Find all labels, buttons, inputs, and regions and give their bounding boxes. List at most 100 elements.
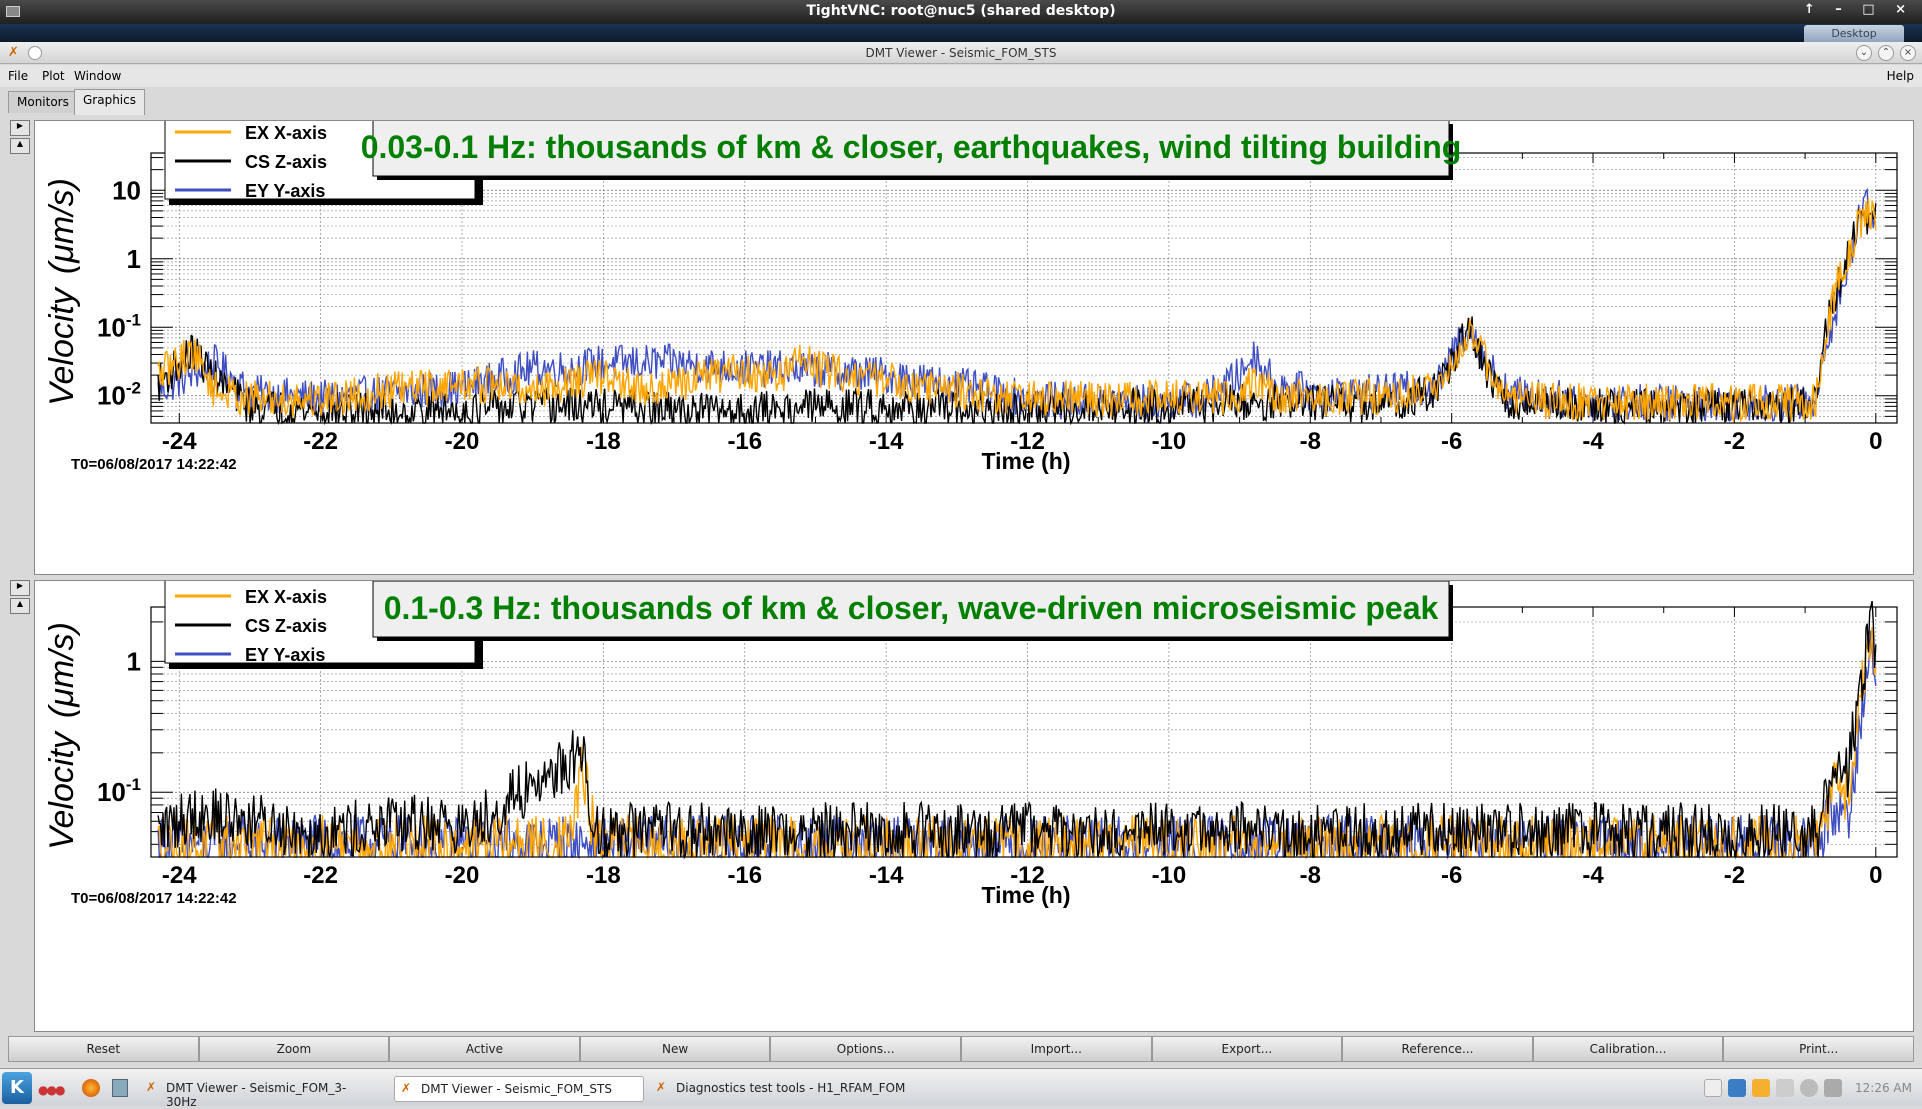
vnc-titlebar: TightVNC: root@nuc5 (shared desktop) ↑ –…: [0, 0, 1922, 24]
button-active[interactable]: Active: [389, 1036, 580, 1062]
plot-pad-1[interactable]: -24 -22 -20 -18 -16 -14 -12 -10 -8 -6 -4 -2 0 10 1 10-1…: [34, 110, 1915, 576]
x-tick-label: -2: [1724, 428, 1745, 455]
close-icon[interactable]: ×: [1900, 45, 1916, 61]
task-label: DMT Viewer - Seismic_FOM_3-30Hz: [166, 1081, 347, 1109]
chart-title-box: 0.1-0.3 Hz: thousands of km & closer, wa…: [372, 580, 1453, 641]
taskbar: K ●●● ✗ DMT Viewer - Seismic_FOM_3-30Hz ✗ D…: [0, 1068, 1922, 1109]
x-axis-label: Time (h): [981, 448, 1070, 474]
legend-label: EY Y-axis: [245, 181, 325, 201]
button-zoom[interactable]: Zoom: [198, 1036, 390, 1062]
activities-icon[interactable]: ●●●: [38, 1083, 65, 1097]
legend-label: CS Z-axis: [245, 616, 327, 636]
button-print[interactable]: Print...: [1723, 1036, 1914, 1062]
chart-1[interactable]: -24 -22 -20 -18 -16 -14 -12 -10 -8 -6 -4 -2 010110-1…: [35, 110, 1915, 576]
x-tick-label: -2: [1724, 862, 1745, 889]
x-tick-label: -20: [445, 862, 480, 889]
x-tick-label: 0: [1869, 428, 1882, 455]
y-tick-label: 10-2: [97, 379, 141, 411]
desktop-tab[interactable]: Desktop: [1804, 25, 1904, 42]
legend-label: EX X-axis: [245, 123, 327, 143]
taskbar-task[interactable]: ✗ DMT Viewer - Seismic_FOM_3-30Hz: [140, 1076, 380, 1109]
t0-label: T0=06/08/2017 14:22:42: [71, 456, 237, 473]
clock[interactable]: 12:26 AM: [1855, 1081, 1912, 1095]
y-tick-label: 1: [127, 244, 141, 274]
button-reference[interactable]: Reference...: [1342, 1036, 1533, 1062]
app-icon: ✗: [146, 1080, 157, 1094]
chart-title: 0.1-0.3 Hz: thousands of km & closer, wa…: [384, 590, 1439, 626]
pad1-side-controls: ▶ ▲: [10, 120, 30, 156]
y-tick-label: 1: [127, 646, 141, 676]
y-axis-label: Velocity(μm/s): [43, 622, 81, 850]
t0-label: T0=06/08/2017 14:22:42: [71, 890, 237, 907]
clipboard-icon[interactable]: [1752, 1079, 1770, 1097]
file-manager-icon[interactable]: [112, 1079, 128, 1097]
x-tick-label: -14: [869, 428, 904, 455]
x-tick-label: -6: [1441, 428, 1462, 455]
x-tick-label: -4: [1582, 862, 1604, 889]
taskbar-task[interactable]: ✗ DMT Viewer - Seismic_FOM_STS: [394, 1076, 644, 1102]
task-label: Diagnostics test tools - H1_RFAM_FOM: [676, 1081, 906, 1095]
app-icon: ✗: [401, 1081, 412, 1095]
expand-arrow-icon[interactable]: ▶: [10, 120, 30, 136]
x-tick-label: -22: [303, 428, 338, 455]
menu-help[interactable]: Help: [1887, 69, 1914, 83]
x-tick-label: -24: [162, 862, 197, 889]
kde-menu-icon[interactable]: K: [2, 1072, 32, 1104]
desktop-panel: [0, 24, 1922, 42]
x-tick-label: 0: [1869, 862, 1882, 889]
x-tick-label: -10: [1152, 428, 1187, 455]
tools-icon[interactable]: [1776, 1079, 1794, 1097]
task-label: DMT Viewer - Seismic_FOM_STS: [421, 1082, 612, 1096]
button-import[interactable]: Import...: [960, 1036, 1152, 1062]
menu-file[interactable]: File: [8, 69, 28, 83]
x-tick-label: -16: [727, 428, 762, 455]
vnc-window-controls[interactable]: ↑ – □ ×: [1804, 2, 1914, 17]
x-tick-label: -22: [303, 862, 338, 889]
minimize-icon[interactable]: ⌄: [1856, 45, 1872, 61]
y-tick-label: 10: [112, 175, 141, 205]
network-icon[interactable]: [1728, 1079, 1746, 1097]
taskbar-task[interactable]: ✗ Diagnostics test tools - H1_RFAM_FOM: [650, 1076, 920, 1102]
y-axis-label: Velocity(μm/s): [43, 178, 81, 406]
updates-icon[interactable]: [1704, 1079, 1722, 1097]
legend-label: CS Z-axis: [245, 152, 327, 172]
volume-icon[interactable]: [1800, 1079, 1818, 1097]
tab-monitors[interactable]: Monitors: [8, 91, 78, 113]
maximize-icon[interactable]: ⌃: [1878, 45, 1894, 61]
collapse-arrow-icon[interactable]: ▲: [10, 598, 30, 614]
app-titlebar: ✗ DMT Viewer - Seismic_FOM_STS ⌄ ⌃ ×: [0, 42, 1922, 64]
x-tick-label: -10: [1152, 862, 1187, 889]
chart-title: 0.03-0.1 Hz: thousands of km & closer, e…: [361, 129, 1462, 165]
button-export[interactable]: Export...: [1151, 1036, 1343, 1062]
y-tick-label: 10-1: [97, 310, 141, 342]
button-bar: Reset Zoom Active New Options... Import... Exp…: [8, 1036, 1914, 1062]
app-icon: ✗: [656, 1080, 667, 1094]
button-reset[interactable]: Reset: [8, 1036, 199, 1062]
x-tick-label: -16: [727, 862, 762, 889]
plot-pad-2[interactable]: -24 -22 -20 -18 -16 -14 -12 -10 -8 -6 -4 -2 0 1 10-1 Ve…: [34, 574, 1915, 1033]
legend-label: EY Y-axis: [245, 645, 325, 665]
y-tick-label: 10-1: [97, 775, 141, 807]
x-tick-label: -18: [586, 428, 621, 455]
x-tick-label: -14: [869, 862, 904, 889]
expand-arrow-icon[interactable]: ▶: [10, 580, 30, 596]
button-options[interactable]: Options...: [770, 1036, 961, 1062]
collapse-arrow-icon[interactable]: ▲: [10, 138, 30, 154]
menu-plot[interactable]: Plot: [42, 69, 65, 83]
display-icon[interactable]: [1824, 1079, 1842, 1097]
menubar: File Plot Window Help: [0, 65, 1922, 87]
x-tick-label: -6: [1441, 862, 1462, 889]
x-axis-label: Time (h): [981, 882, 1070, 908]
button-calibration[interactable]: Calibration...: [1532, 1036, 1724, 1062]
tab-graphics[interactable]: Graphics: [74, 89, 145, 115]
x-tick-label: -20: [445, 428, 480, 455]
x-tick-label: -8: [1300, 862, 1321, 889]
firefox-icon[interactable]: [82, 1079, 100, 1097]
button-new[interactable]: New: [579, 1036, 771, 1062]
chart-title-box: 0.03-0.1 Hz: thousands of km & closer, e…: [361, 119, 1462, 180]
chart-2[interactable]: -24 -22 -20 -18 -16 -14 -12 -10 -8 -6 -4 -2 0110-1Ve…: [35, 574, 1915, 1033]
x-tick-label: -24: [162, 428, 197, 455]
menu-window[interactable]: Window: [74, 69, 121, 83]
vnc-title: TightVNC: root@nuc5 (shared desktop): [806, 3, 1116, 19]
pad2-side-controls: ▶ ▲: [10, 580, 30, 616]
